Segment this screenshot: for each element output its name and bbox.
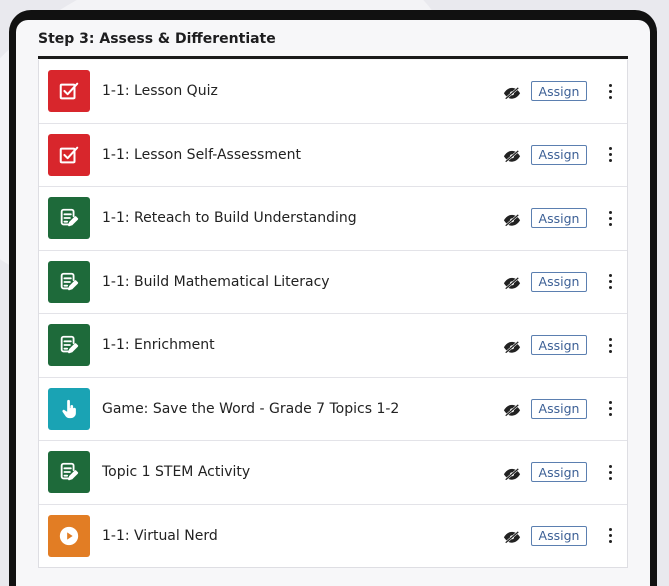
hand-pointer-icon (48, 387, 90, 430)
more-options-icon[interactable] (603, 526, 617, 546)
list-item[interactable]: 1-1: Reteach to Build Understanding Assig… (39, 187, 627, 251)
list-item[interactable]: 1-1: Virtual Nerd Assign (39, 505, 627, 568)
hidden-eye-icon[interactable] (503, 465, 521, 481)
hidden-eye-icon[interactable] (503, 402, 521, 417)
resource-list: 1-1: Lesson Quiz Assign 1-1: Lesson Self-A… (38, 60, 628, 568)
hidden-eye-icon[interactable] (503, 338, 521, 354)
list-item[interactable]: 1-1: Lesson Self-Assessment Assign (39, 124, 627, 187)
hidden-eye-icon[interactable] (503, 275, 521, 290)
more-options-icon[interactable] (603, 272, 617, 292)
item-title[interactable]: 1-1: Reteach to Build Understanding (102, 210, 503, 226)
more-options-icon[interactable] (603, 81, 617, 101)
edit-document-icon (48, 197, 90, 240)
list-item[interactable]: 1-1: Enrichment Assign (39, 314, 627, 378)
edit-document-icon (48, 324, 90, 367)
section-title: Step 3: Assess & Differentiate (38, 31, 276, 47)
item-title[interactable]: 1-1: Enrichment (102, 337, 503, 353)
assign-button[interactable]: Assign (531, 462, 587, 483)
play-icon (48, 514, 90, 557)
item-title[interactable]: Topic 1 STEM Activity (102, 464, 503, 480)
section-header: Step 3: Assess & Differentiate (38, 30, 628, 59)
checkbox-icon (48, 133, 90, 176)
assign-button[interactable]: Assign (531, 271, 587, 292)
checkbox-icon (48, 70, 90, 113)
assign-button[interactable]: Assign (531, 81, 587, 102)
item-title[interactable]: 1-1: Lesson Quiz (102, 83, 503, 99)
more-options-icon[interactable] (603, 399, 617, 419)
list-item[interactable]: Topic 1 STEM Activity Assign (39, 441, 627, 505)
edit-document-icon (48, 260, 90, 303)
list-item[interactable]: Game: Save the Word - Grade 7 Topics 1-2… (39, 378, 627, 441)
more-options-icon[interactable] (603, 208, 617, 228)
more-options-icon[interactable] (603, 462, 617, 482)
item-title[interactable]: 1-1: Lesson Self-Assessment (102, 147, 503, 163)
list-item[interactable]: 1-1: Build Mathematical Literacy Assign (39, 251, 627, 314)
item-title[interactable]: 1-1: Build Mathematical Literacy (102, 274, 503, 290)
assign-button[interactable]: Assign (531, 398, 587, 419)
assess-panel: Step 3: Assess & Differentiate 1-1: Less… (16, 20, 650, 586)
hidden-eye-icon[interactable] (503, 211, 521, 227)
list-item[interactable]: 1-1: Lesson Quiz Assign (39, 60, 627, 124)
edit-document-icon (48, 451, 90, 494)
more-options-icon[interactable] (603, 335, 617, 355)
assign-button[interactable]: Assign (531, 208, 587, 229)
more-options-icon[interactable] (603, 145, 617, 165)
assign-button[interactable]: Assign (531, 525, 587, 546)
assign-button[interactable]: Assign (531, 144, 587, 165)
hidden-eye-icon[interactable] (503, 529, 521, 544)
hidden-eye-icon[interactable] (503, 148, 521, 163)
item-title[interactable]: 1-1: Virtual Nerd (102, 528, 503, 544)
item-title[interactable]: Game: Save the Word - Grade 7 Topics 1-2 (102, 401, 503, 417)
hidden-eye-icon[interactable] (503, 84, 521, 100)
assign-button[interactable]: Assign (531, 335, 587, 356)
